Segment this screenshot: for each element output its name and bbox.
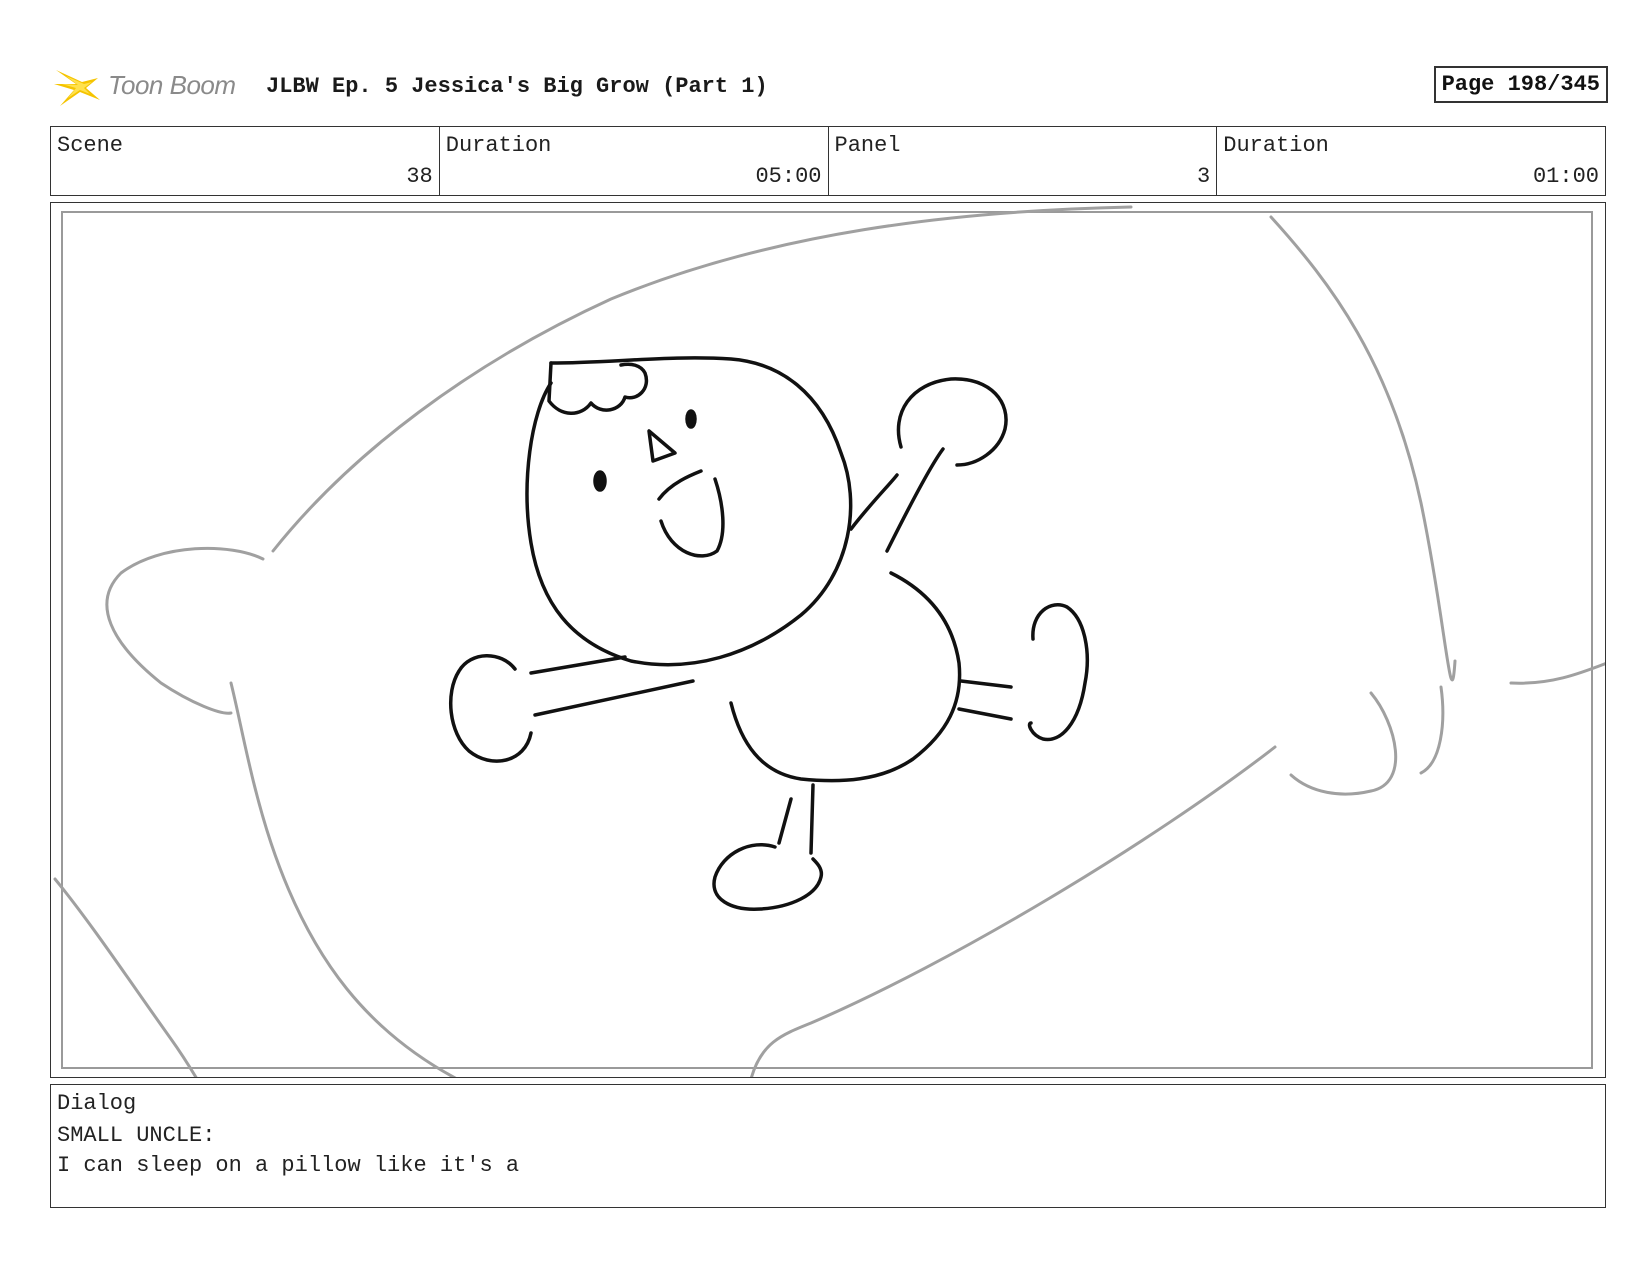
scene-duration-value: 05:00 (755, 164, 822, 189)
panel-cell: Panel 3 (829, 127, 1218, 195)
panel-sketch (53, 205, 1605, 1077)
scene-label: Scene (57, 133, 124, 158)
toon-boom-starburst-icon (54, 70, 100, 106)
panel-duration-value: 01:00 (1532, 164, 1599, 189)
panel-info-table: Scene 38 Duration 05:00 Panel 3 Duration… (50, 126, 1606, 196)
scene-duration-label: Duration (445, 133, 552, 158)
panel-value: 3 (1197, 164, 1211, 189)
dialog-speaker: SMALL UNCLE: (57, 1123, 216, 1148)
page-indicator: Page 198/345 (1433, 66, 1608, 103)
logo-wordmark: Toon Boom (108, 70, 236, 100)
scene-value: 38 (406, 164, 433, 189)
panel-duration-label: Duration (1223, 133, 1329, 158)
dialog-text: I can sleep on a pillow like it's a (57, 1153, 520, 1178)
document-title: JLBW Ep. 5 Jessica's Big Grow (Part 1) (266, 74, 768, 99)
character-sketch (448, 356, 1089, 911)
page-header: Toon Boom JLBW Ep. 5 Jessica's Big Grow … (52, 60, 1608, 112)
pillow-sketch (53, 205, 1605, 1077)
panel-label: Panel (834, 133, 901, 158)
scene-cell: Scene 38 (51, 127, 440, 195)
storyboard-panel (50, 202, 1606, 1078)
dialog-box: Dialog SMALL UNCLE: I can sleep on a pil… (50, 1084, 1606, 1208)
panel-duration-cell: Duration 01:00 (1217, 127, 1605, 195)
toon-boom-logo: Toon Boom (52, 60, 248, 112)
dialog-label: Dialog (57, 1091, 137, 1116)
scene-duration-cell: Duration 05:00 (440, 127, 829, 195)
